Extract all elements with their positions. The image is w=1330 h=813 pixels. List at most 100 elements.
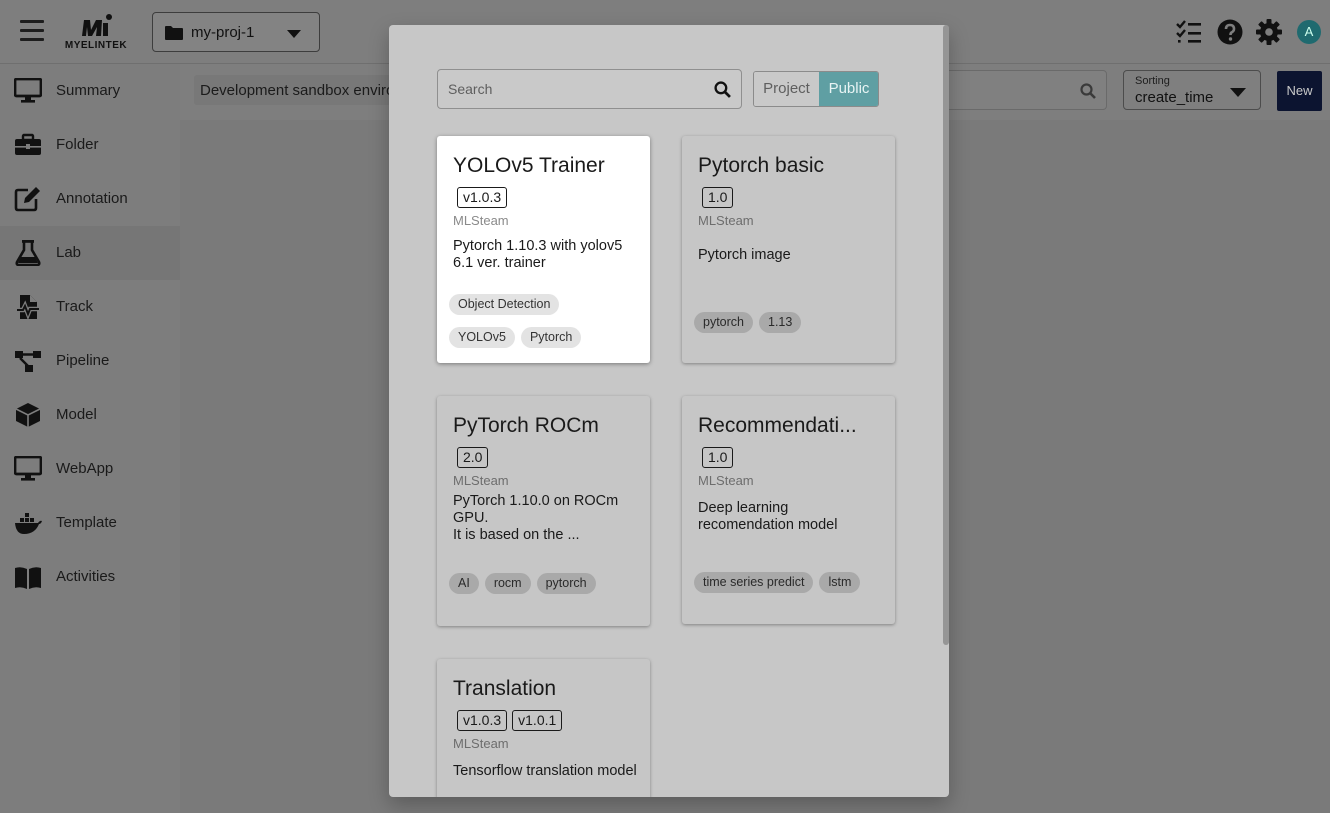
card-org: MLSteam xyxy=(453,736,509,751)
tag: pytorch xyxy=(694,312,753,333)
sidebar-item-label: Annotation xyxy=(56,190,128,207)
card-title: PyTorch ROCm xyxy=(453,414,599,437)
sidebar-item-label: Lab xyxy=(56,244,82,261)
logo-text: MYELINTEK xyxy=(64,40,128,51)
sidebar-item-label: Model xyxy=(56,406,97,423)
sidebar: Summary Folder Annotation Lab Track Pipe… xyxy=(0,64,180,813)
card-tags: pytorch 1.13 xyxy=(694,312,889,345)
hamburger-menu-icon[interactable] xyxy=(20,20,44,42)
help-icon[interactable] xyxy=(1216,18,1244,46)
file-chart-icon xyxy=(17,295,39,320)
sorting-label: Sorting xyxy=(1135,75,1170,87)
card-description: Pytorch image xyxy=(698,247,791,263)
project-select[interactable]: my-proj-1 xyxy=(152,12,320,52)
card-versions: 2.0 xyxy=(457,447,493,469)
edit-icon xyxy=(14,187,40,212)
toggle-public[interactable]: Public xyxy=(819,72,878,106)
tag: Pytorch xyxy=(520,327,582,348)
sidebar-item-label: Summary xyxy=(56,82,121,99)
sidebar-item-pipeline[interactable]: Pipeline xyxy=(0,334,180,388)
card-tags: AI rocm pytorch xyxy=(449,573,644,606)
card-title: Pytorch basic xyxy=(698,154,825,177)
sidebar-item-template[interactable]: Template xyxy=(0,496,180,550)
sidebar-item-label: Activities xyxy=(56,568,116,585)
book-icon xyxy=(15,567,41,589)
monitor-icon xyxy=(14,456,42,481)
template-card[interactable]: Translation v1.0.3 v1.0.1 MLSteam Tensorf… xyxy=(437,659,650,797)
sorting-value: create_time xyxy=(1135,89,1214,106)
gear-icon[interactable] xyxy=(1255,18,1283,46)
version-badge[interactable]: v1.0.3 xyxy=(457,187,508,208)
sidebar-item-label: Template xyxy=(56,514,117,531)
sidebar-item-activities[interactable]: Activities xyxy=(0,550,180,604)
card-org: MLSteam xyxy=(453,213,509,228)
sidebar-item-annotation[interactable]: Annotation xyxy=(0,172,180,226)
card-tags: Object Detection YOLOv5 Pytorch xyxy=(449,294,644,360)
card-description: Tensorflow translation model xyxy=(453,763,637,779)
tag: 1.13 xyxy=(759,312,802,333)
card-title: Recommendati... xyxy=(698,414,857,437)
card-versions: v1.0.3 v1.0.1 xyxy=(457,710,567,732)
scope-toggle: Project Public xyxy=(753,71,879,107)
version-badge[interactable]: v1.0.1 xyxy=(512,710,563,731)
sidebar-item-label: Track xyxy=(56,298,93,315)
pipeline-icon xyxy=(15,351,41,372)
user-avatar[interactable]: A xyxy=(1297,20,1321,44)
sidebar-item-lab[interactable]: Lab xyxy=(0,226,180,280)
card-tags: time series predict lstm xyxy=(694,572,889,605)
template-card[interactable]: Pytorch basic 1.0 MLSteam Pytorch image … xyxy=(682,136,895,363)
toggle-project[interactable]: Project xyxy=(754,72,819,106)
task-list-icon[interactable] xyxy=(1175,18,1203,46)
logo-mark-icon xyxy=(82,14,112,36)
template-card[interactable]: Recommendati... 1.0 MLSteam Deep learnin… xyxy=(682,396,895,624)
template-search-field[interactable] xyxy=(437,69,742,109)
chevron-down-icon xyxy=(287,30,301,38)
sidebar-item-label: Folder xyxy=(56,136,99,153)
dialog-scrollbar[interactable] xyxy=(943,25,949,645)
sidebar-item-label: WebApp xyxy=(56,460,114,477)
tag: rocm xyxy=(484,573,531,594)
card-versions: 1.0 xyxy=(702,187,738,209)
version-badge[interactable]: 1.0 xyxy=(702,187,734,208)
card-org: MLSteam xyxy=(453,473,509,488)
version-badge[interactable]: 2.0 xyxy=(457,447,489,468)
card-description: Pytorch 1.10.3 with yolov5 6.1 ver. trai… xyxy=(453,238,623,271)
card-org: MLSteam xyxy=(698,213,754,228)
sidebar-item-folder[interactable]: Folder xyxy=(0,118,180,172)
chevron-down-icon xyxy=(1230,88,1246,97)
tag: lstm xyxy=(819,572,861,593)
myelintek-logo[interactable]: MYELINTEK xyxy=(60,12,132,54)
template-card[interactable]: PyTorch ROCm 2.0 MLSteam PyTorch 1.10.0 … xyxy=(437,396,650,626)
template-picker-dialog: Project Public YOLOv5 Trainer v1.0.3 MLS… xyxy=(389,25,949,797)
sidebar-item-webapp[interactable]: WebApp xyxy=(0,442,180,496)
project-name: my-proj-1 xyxy=(191,24,255,41)
sidebar-item-summary[interactable]: Summary xyxy=(0,64,180,118)
lab-search-field[interactable]: h xyxy=(922,70,1107,110)
tag: YOLOv5 xyxy=(449,327,515,348)
tag: AI xyxy=(449,573,479,594)
sidebar-item-track[interactable]: Track xyxy=(0,280,180,334)
monitor-icon xyxy=(14,78,42,103)
sidebar-item-label: Pipeline xyxy=(56,352,110,369)
sorting-select[interactable]: Sorting create_time xyxy=(1123,70,1261,110)
folder-icon xyxy=(165,26,183,40)
card-description: PyTorch 1.10.0 on ROCm GPU. It is based … xyxy=(453,493,619,543)
card-description: Deep learning recomendation model xyxy=(698,500,838,533)
template-search-input[interactable] xyxy=(448,79,698,99)
tag: Object Detection xyxy=(449,294,560,315)
card-versions: v1.0.3 xyxy=(457,187,512,209)
sidebar-item-model[interactable]: Model xyxy=(0,388,180,442)
docker-icon xyxy=(15,513,42,534)
card-title: Translation xyxy=(453,677,557,700)
tag: time series predict xyxy=(694,572,814,593)
new-button[interactable]: New xyxy=(1277,71,1322,111)
card-title: YOLOv5 Trainer xyxy=(453,154,605,177)
tag: pytorch xyxy=(536,573,596,594)
version-badge[interactable]: v1.0.3 xyxy=(457,710,508,731)
search-icon[interactable] xyxy=(714,81,731,98)
flask-icon xyxy=(15,240,41,266)
search-icon xyxy=(1080,83,1096,99)
version-badge[interactable]: 1.0 xyxy=(702,447,734,468)
card-versions: 1.0 xyxy=(702,447,738,469)
template-card[interactable]: YOLOv5 Trainer v1.0.3 MLSteam Pytorch 1.… xyxy=(437,136,650,363)
